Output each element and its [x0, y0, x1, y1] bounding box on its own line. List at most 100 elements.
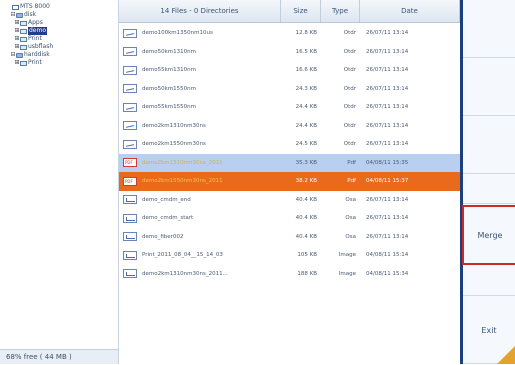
file-row[interactable]: demo2km1550nm30ns_2011 38.2 KB Pdf 04/08/11…: [119, 172, 460, 191]
file-date-cell: 04/08/11 15:14: [366, 252, 409, 259]
side-button-blank-3[interactable]: [463, 116, 515, 174]
tree-item[interactable]: ⊞ Print: [6, 59, 53, 67]
folder-icon: [20, 20, 27, 26]
tree-item[interactable]: ⊞ usbflash: [6, 43, 53, 51]
column-header-type[interactable]: Type: [321, 0, 360, 22]
file-size-cell: 40.4 KB: [295, 233, 317, 240]
img-file-icon: [123, 250, 137, 260]
file-name-cell: demo55km1310nm: [119, 65, 281, 75]
file-row[interactable]: demo100km1350nm10us 12.8 KB Otdr 26/07/11 1…: [119, 24, 460, 43]
file-date-cell: 26/07/11 13:14: [366, 215, 409, 222]
file-row[interactable]: demo50km1310nm 16.5 KB Otdr 26/07/11 13:14: [119, 43, 460, 62]
file-name-cell: demo50km1550nm: [119, 84, 281, 94]
file-size-cell: 24.4 KB: [295, 104, 317, 111]
file-name: demo2km1550nm30ns_2011: [142, 178, 223, 185]
side-button-blank-5[interactable]: [463, 266, 515, 296]
tree-item[interactable]: MTS 8000: [6, 3, 53, 11]
file-date-cell: 04/08/11 15:35: [366, 159, 409, 166]
file-type-cell: Otdr: [343, 48, 356, 55]
column-header-size[interactable]: Size: [281, 0, 321, 22]
tree-item[interactable]: ⊟ disk: [6, 11, 53, 19]
file-size-cell: 38.2 KB: [295, 178, 317, 185]
merge-button[interactable]: Merge: [462, 205, 515, 265]
otdr-file-icon: [123, 121, 137, 131]
osa-file-icon: [123, 232, 137, 242]
file-rows: demo100km1350nm10us 12.8 KB Otdr 26/07/11 1…: [119, 24, 460, 283]
file-date-cell: 26/07/11 13:14: [366, 196, 409, 203]
file-size-cell: 24.5 KB: [295, 141, 317, 148]
file-row[interactable]: Print_2011_08_04__15_14_03 105 KB Image 04/…: [119, 246, 460, 265]
tree-item-label: demo: [28, 27, 48, 35]
tree-item-label: Print: [28, 59, 42, 66]
file-date-cell: 04/08/11 15:37: [366, 178, 409, 185]
file-name-cell: demo50km1310nm: [119, 47, 281, 57]
file-list-panel: 14 Files - 0 Directories Size Type Date …: [119, 0, 460, 364]
file-row[interactable]: demo2km1310nm30ns 24.4 KB Otdr 26/07/11 13:…: [119, 117, 460, 136]
file-size-cell: 40.4 KB: [295, 196, 317, 203]
file-name-cell: demo2km1310nm30ns_2011...: [119, 269, 281, 279]
osa-file-icon: [123, 195, 137, 205]
file-name: demo_cmdm_start: [142, 215, 194, 222]
file-row[interactable]: demo_cmdm_end 40.4 KB Osa 26/07/11 13:14: [119, 191, 460, 210]
tree-item-label: MTS 8000: [20, 3, 50, 10]
tree-item[interactable]: ⊞ Apps: [6, 19, 53, 27]
side-button-blank-1[interactable]: [463, 0, 515, 58]
file-size-cell: 188 KB: [297, 270, 317, 277]
column-header-date[interactable]: Date: [360, 0, 460, 22]
otdr-file-icon: [123, 65, 137, 75]
folder-icon: [20, 36, 27, 42]
file-size-cell: 35.3 KB: [295, 159, 317, 166]
file-type-cell: Osa: [345, 196, 356, 203]
file-type-cell: Otdr: [343, 122, 356, 129]
osa-file-icon: [123, 213, 137, 223]
file-date-cell: 26/07/11 13:14: [366, 104, 409, 111]
side-button-blank-2[interactable]: [463, 58, 515, 116]
tree-item[interactable]: ⊟ harddisk: [6, 51, 53, 59]
file-type-cell: Otdr: [343, 104, 356, 111]
otdr-file-icon: [123, 28, 137, 38]
file-type-cell: Pdf: [347, 159, 356, 166]
column-header-name[interactable]: 14 Files - 0 Directories: [119, 0, 281, 22]
file-type-cell: Otdr: [343, 67, 356, 74]
folder-icon: [20, 44, 27, 50]
disk-icon: [16, 52, 23, 58]
tree-item[interactable]: ⊞ Print: [6, 35, 53, 43]
file-type-cell: Otdr: [343, 85, 356, 92]
otdr-file-icon: [123, 47, 137, 57]
file-type-cell: Pdf: [347, 178, 356, 185]
file-name: demo_fiber002: [142, 233, 184, 240]
file-size-cell: 16.6 KB: [295, 67, 317, 74]
file-size-cell: 24.3 KB: [295, 85, 317, 92]
file-name: demo_cmdm_end: [142, 196, 191, 203]
file-row[interactable]: demo_cmdm_start 40.4 KB Osa 26/07/11 13:14: [119, 209, 460, 228]
file-row[interactable]: demo2km1310nm30ns_2011 35.3 KB Pdf 04/08/11…: [119, 153, 460, 172]
file-date-cell: 26/07/11 13:14: [366, 122, 409, 129]
file-type-cell: Otdr: [343, 30, 356, 37]
side-button-bar: Merge Exit: [460, 0, 515, 364]
file-name-cell: demo2km1310nm30ns_2011: [119, 158, 281, 168]
file-name-cell: demo2km1550nm30ns: [119, 139, 281, 149]
tree-item[interactable]: ⊞ demo: [6, 27, 53, 35]
tree-item-label: usbflash: [28, 43, 54, 50]
free-space-label: 68% free ( 44 MB ): [0, 349, 118, 364]
file-row[interactable]: demo2km1550nm30ns 24.5 KB Otdr 26/07/11 13:…: [119, 135, 460, 154]
file-row[interactable]: demo2km1310nm30ns_2011... 188 KB Image 04/0…: [119, 265, 460, 284]
file-tree-panel: MTS 8000 ⊟ disk ⊞ Apps ⊞ demo ⊞ Print ⊞ usbflash ⊟ h…: [0, 0, 119, 364]
file-size-cell: 12.8 KB: [295, 30, 317, 37]
file-tree: MTS 8000 ⊟ disk ⊞ Apps ⊞ demo ⊞ Print ⊞ usbflash ⊟ h…: [6, 3, 53, 67]
tree-item-label: harddisk: [24, 51, 50, 58]
file-row[interactable]: demo_fiber002 40.4 KB Osa 26/07/11 13:14: [119, 228, 460, 247]
file-name: demo2km1310nm30ns: [142, 122, 206, 129]
side-button-blank-4[interactable]: [463, 174, 515, 204]
file-size-cell: 40.4 KB: [295, 215, 317, 222]
file-name: demo2km1550nm30ns: [142, 141, 206, 148]
root-icon: [12, 4, 19, 10]
file-row[interactable]: demo50km1550nm 24.3 KB Otdr 26/07/11 13:14: [119, 80, 460, 99]
otdr-file-icon: [123, 84, 137, 94]
file-date-cell: 26/07/11 13:14: [366, 85, 409, 92]
file-size-cell: 105 KB: [297, 252, 317, 259]
file-row[interactable]: demo55km1550nm 24.4 KB Otdr 26/07/11 13:14: [119, 98, 460, 117]
file-row[interactable]: demo55km1310nm 16.6 KB Otdr 26/07/11 13:14: [119, 61, 460, 80]
file-type-cell: Osa: [345, 233, 356, 240]
file-name: demo55km1550nm: [142, 104, 196, 111]
